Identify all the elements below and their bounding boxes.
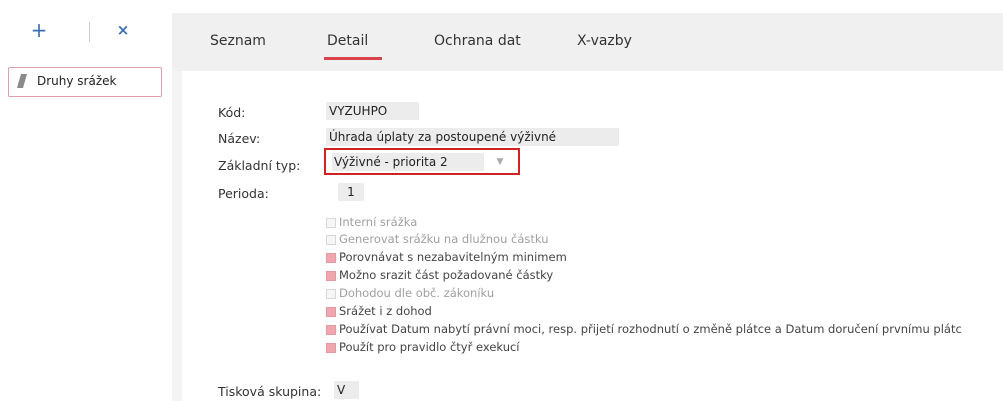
checkbox-label: Interní srážka — [339, 215, 418, 229]
nazev-field[interactable]: Úhrada úplaty za postoupené výživné — [326, 128, 619, 146]
checkbox-label: Porovnávat s nezabavitelným minimem — [339, 250, 567, 264]
checkbox-box[interactable] — [326, 325, 336, 335]
perioda-field[interactable]: 1 — [338, 183, 364, 201]
chevron-down-icon[interactable]: ▼ — [494, 153, 506, 171]
tab-ochrana-dat[interactable]: Ochrana dat — [434, 33, 521, 49]
detail-form: Kód: VYZUHPO Název: Úhrada úplaty za pos… — [182, 71, 1003, 401]
zakladni-typ-select[interactable]: Výživné - priorita 2 — [332, 153, 484, 171]
checkbox-label: Možno srazit část požadované částky — [339, 268, 554, 282]
kod-label: Kód: — [218, 105, 246, 120]
perioda-label: Perioda: — [218, 186, 269, 201]
tiskova-skupina-label: Tisková skupina: — [218, 384, 322, 399]
pencil-icon — [17, 74, 29, 88]
active-tab-indicator — [324, 57, 382, 60]
checkbox-box[interactable] — [326, 343, 336, 353]
list-item-druhy-srazek[interactable]: Druhy srážek — [8, 67, 162, 97]
checkbox-label: Generovat srážku na dlužnou částku — [339, 232, 549, 246]
kod-field[interactable]: VYZUHPO — [326, 102, 419, 120]
tab-bar: Seznam Detail Ochrana dat X-vazby — [172, 13, 1003, 71]
close-button[interactable]: × — [113, 20, 133, 40]
detail-panel: Seznam Detail Ochrana dat X-vazby Kód: V… — [172, 13, 1003, 401]
checkbox-box[interactable] — [326, 289, 336, 299]
tab-seznam[interactable]: Seznam — [210, 33, 266, 49]
checkbox-box[interactable] — [326, 253, 336, 263]
checkbox-label: Dohodou dle obč. zákoníku — [339, 286, 495, 300]
toolbar-divider — [89, 22, 90, 42]
tiskova-skupina-field[interactable]: V — [334, 381, 359, 399]
zakladni-typ-label: Základní typ: — [218, 158, 301, 173]
checkbox-label: Srážet i z dohod — [339, 304, 432, 318]
checkbox-box[interactable] — [326, 218, 336, 228]
tab-x-vazby[interactable]: X-vazby — [577, 33, 632, 49]
checkbox-label: Použít pro pravidlo čtyř exekucí — [339, 340, 520, 354]
checkbox-box[interactable] — [326, 271, 336, 281]
checkbox-box[interactable] — [326, 235, 336, 245]
add-button[interactable]: + — [29, 20, 49, 40]
list-item-label: Druhy srážek — [37, 74, 117, 88]
left-toolbar: + × — [0, 0, 172, 60]
checkbox-box[interactable] — [326, 307, 336, 317]
tab-detail[interactable]: Detail — [327, 33, 368, 49]
nazev-label: Název: — [218, 131, 261, 146]
checkbox-label: Používat Datum nabytí právní moci, resp.… — [339, 322, 962, 336]
